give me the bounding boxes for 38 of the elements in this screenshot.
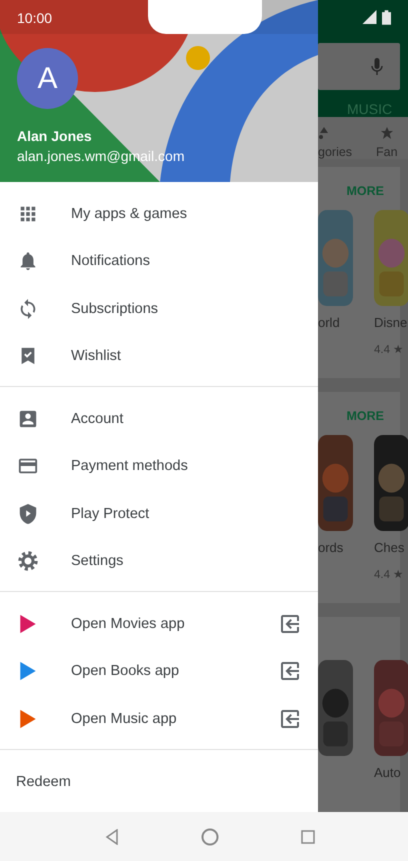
movies-app-icon xyxy=(18,614,38,634)
app-title: Auto xyxy=(374,765,402,780)
grid-icon xyxy=(18,204,38,224)
app-title: ords xyxy=(318,540,344,555)
sync-icon xyxy=(18,298,38,319)
shapes-icon xyxy=(318,127,330,139)
menu-item[interactable]: Open Books app xyxy=(0,648,318,695)
home-button[interactable] xyxy=(201,828,219,846)
microphone-icon xyxy=(371,58,383,76)
menu-item[interactable]: Open Music app xyxy=(0,695,318,742)
account-icon xyxy=(18,408,38,429)
menu-item[interactable]: Notifications xyxy=(0,238,318,285)
battery-icon xyxy=(382,10,391,24)
menu-item[interactable]: My apps & games xyxy=(0,190,318,238)
app-title: Ches xyxy=(374,540,406,555)
back-button[interactable] xyxy=(105,828,119,844)
bell-icon xyxy=(18,251,38,272)
star-icon xyxy=(380,127,393,139)
menu-item[interactable]: Settings xyxy=(0,538,318,585)
books-app-icon xyxy=(18,661,38,682)
menu-item[interactable]: Play Protect xyxy=(0,490,318,538)
menu-item[interactable]: Subscriptions xyxy=(0,285,318,332)
shield-icon xyxy=(18,504,38,524)
credit-card-icon xyxy=(18,456,38,476)
signal-icon xyxy=(362,10,377,24)
recents-button[interactable] xyxy=(301,830,315,844)
menu-item[interactable]: Wishlist xyxy=(0,332,318,380)
app-title: Disne xyxy=(374,315,408,330)
menu-item[interactable]: Account xyxy=(0,395,318,442)
menu-item[interactable]: Payment methods xyxy=(0,442,318,490)
menu-item[interactable]: Open Movies app xyxy=(0,600,318,648)
music-app-icon xyxy=(18,708,38,729)
status-time: 10:00 xyxy=(17,10,52,26)
account-name: Alan Jones xyxy=(17,128,92,144)
search-field[interactable] xyxy=(318,43,400,90)
settings-icon xyxy=(18,551,38,572)
app-title: orld xyxy=(318,315,341,330)
menu-item[interactable]: Redeem xyxy=(0,756,318,806)
